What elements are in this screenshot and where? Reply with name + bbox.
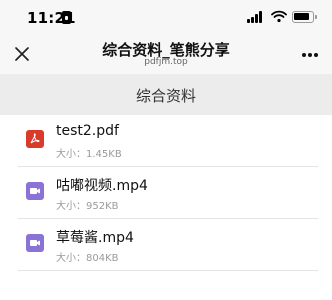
video-file-icon [26, 234, 44, 252]
orientation-lock-icon [62, 11, 71, 24]
file-item-video[interactable]: 咕嘟视频.mp4 大小：952KB [0, 167, 332, 219]
camera-icon [30, 240, 40, 246]
file-list: test2.pdf 大小：1.45KB 咕嘟视频.mp4 大小：952KB 草莓… [0, 115, 332, 300]
battery-icon [292, 11, 317, 23]
cellular-signal-icon [247, 11, 264, 23]
camera-icon [30, 188, 40, 194]
page-domain: pdfjm.top [144, 57, 188, 67]
acrobat-symbol-icon [30, 133, 40, 144]
section-title: 综合资料 [135, 87, 196, 105]
wifi-icon [271, 10, 287, 23]
file-item-pdf[interactable]: test2.pdf 大小：1.45KB [0, 115, 332, 167]
file-size: 大小：952KB [56, 201, 119, 212]
file-size: 大小：804KB [56, 253, 119, 264]
section-header: 综合资料 [0, 74, 332, 115]
divider [18, 270, 318, 271]
more-options-icon[interactable] [302, 53, 318, 57]
file-size: 大小：1.45KB [56, 149, 122, 160]
pdf-file-icon [26, 130, 44, 148]
file-name: test2.pdf [56, 123, 119, 139]
file-item-video[interactable]: 草莓酱.mp4 大小：804KB [0, 219, 332, 271]
file-name: 草莓酱.mp4 [56, 230, 134, 246]
video-file-icon [26, 182, 44, 200]
navigation-bar: 综合资料_笔熊分享 pdfjm.top [0, 34, 332, 74]
status-bar: 11:21 [0, 0, 332, 34]
file-name: 咕嘟视频.mp4 [56, 178, 148, 194]
